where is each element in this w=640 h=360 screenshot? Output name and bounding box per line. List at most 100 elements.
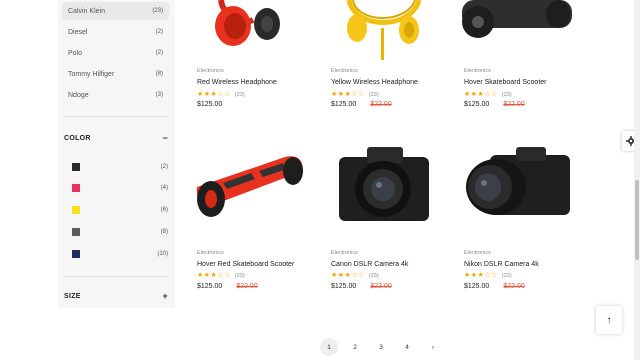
brand-filter-calvin-klein[interactable]: Calvin Klein (23) [62, 2, 169, 20]
brand-filter-tommy-hilfiger[interactable]: Tommy Hilfiger (8) [62, 65, 169, 83]
current-price: $125.00 [464, 283, 490, 290]
brand-count: (2) [155, 29, 163, 35]
product-card[interactable]: Electronics Hover Skateboard Scooter ★★★… [460, 0, 580, 108]
product-category: Electronics [197, 68, 224, 74]
arrow-up-icon: ↑ [606, 314, 612, 326]
product-card[interactable]: Electronics Hover Red Skateboard Scooter… [193, 145, 313, 290]
page-4-button[interactable]: 4 [398, 338, 416, 356]
color-swatch [72, 163, 80, 171]
product-category: Electronics [464, 68, 491, 74]
color-section-header[interactable]: COLOR − [64, 133, 168, 143]
page-1-button[interactable]: 1 [320, 338, 338, 356]
product-card[interactable]: Electronics Red Wireless Headphone ★★★☆☆… [193, 0, 313, 108]
color-count: (6) [160, 207, 168, 213]
product-name[interactable]: Red Wireless Headphone [197, 79, 277, 86]
review-count: (23) [234, 92, 245, 98]
brand-filter-diesel[interactable]: Diesel (2) [62, 23, 169, 41]
product-image-red-skateboard[interactable] [193, 145, 313, 223]
product-price: $125.00 $22.00 [331, 101, 392, 108]
color-filter-gray[interactable]: (8) [72, 227, 168, 237]
product-card[interactable]: Electronics Nikon DSLR Camera 4k ★★★☆☆ (2… [460, 145, 580, 290]
product-name[interactable]: Canon DSLR Camera 4k [331, 261, 408, 268]
rating-stars: ★★★☆☆ (23) [464, 271, 512, 279]
brand-label: Polo [68, 49, 83, 57]
product-card[interactable]: Electronics Canon DSLR Camera 4k ★★★☆☆ (2… [327, 145, 447, 290]
page-scrollbar[interactable] [634, 0, 640, 360]
brand-filter-polo[interactable]: Polo (2) [62, 44, 169, 62]
product-price: $125.00 [197, 101, 222, 108]
review-count: (23) [368, 273, 379, 279]
next-page-icon[interactable]: › [424, 338, 442, 356]
color-filter-pink[interactable]: (4) [72, 183, 168, 193]
scrollbar-thumb[interactable] [635, 180, 639, 260]
star-icons: ★★★☆☆ [464, 91, 498, 98]
product-price: $125.00 $22.00 [464, 283, 525, 290]
back-to-top-button[interactable]: ↑ [596, 306, 622, 334]
star-icons: ★★★☆☆ [331, 272, 365, 279]
color-filter-navy[interactable]: (10) [72, 249, 168, 259]
old-price: $22.00 [236, 283, 258, 290]
star-icons: ★★★☆☆ [197, 91, 231, 98]
product-category: Electronics [197, 250, 224, 256]
product-price: $125.00 $22.00 [464, 101, 525, 108]
color-swatch [72, 228, 80, 236]
color-count: (10) [157, 251, 168, 257]
product-category: Electronics [331, 68, 358, 74]
review-count: (23) [368, 92, 379, 98]
product-name[interactable]: Hover Skateboard Scooter [464, 79, 547, 86]
sidebar-divider [64, 276, 168, 277]
star-icons: ★★★☆☆ [197, 272, 231, 279]
brand-label: Tommy Hilfiger [68, 70, 115, 78]
product-category: Electronics [331, 250, 358, 256]
product-image-hover-skateboard[interactable] [460, 0, 580, 60]
color-filter-yellow[interactable]: (6) [72, 205, 168, 215]
product-card[interactable]: Electronics Yellow Wireless Headphone ★★… [327, 0, 447, 108]
current-price: $125.00 [197, 101, 223, 108]
current-price: $125.00 [464, 101, 490, 108]
old-price: $22.00 [370, 283, 392, 290]
color-count: (8) [160, 229, 168, 235]
brand-label: Calvin Klein [68, 7, 105, 15]
color-swatch [72, 184, 80, 192]
collapse-icon[interactable]: − [162, 133, 168, 143]
size-section-header[interactable]: SIZE + [64, 291, 168, 301]
review-count: (23) [501, 273, 512, 279]
page-3-button[interactable]: 3 [372, 338, 390, 356]
brand-filter-ndoge[interactable]: Ndoge (3) [62, 86, 169, 104]
brand-count: (2) [155, 50, 163, 56]
pagination: 1 2 3 4 › [320, 338, 442, 356]
rating-stars: ★★★☆☆ (23) [331, 90, 379, 98]
product-image-yellow-headphone[interactable] [327, 0, 447, 60]
brand-label: Diesel [68, 28, 88, 36]
rating-stars: ★★★☆☆ (23) [197, 271, 245, 279]
page-2-button[interactable]: 2 [346, 338, 364, 356]
brand-count: (3) [155, 92, 163, 98]
brand-label: Ndoge [68, 91, 89, 99]
product-name[interactable]: Yellow Wireless Headphone [331, 79, 418, 86]
size-section-title: SIZE [64, 292, 81, 300]
product-image-red-headphone[interactable] [193, 0, 313, 60]
current-price: $125.00 [197, 283, 223, 290]
brand-count: (8) [155, 71, 163, 77]
color-section-title: COLOR [64, 134, 91, 142]
rating-stars: ★★★☆☆ (23) [197, 90, 245, 98]
rating-stars: ★★★☆☆ (23) [331, 271, 379, 279]
current-price: $125.00 [331, 283, 357, 290]
expand-icon[interactable]: + [162, 291, 168, 301]
product-price: $125.00 $22.00 [331, 283, 392, 290]
old-price: $22.00 [503, 101, 525, 108]
star-icons: ★★★☆☆ [464, 272, 498, 279]
old-price: $22.00 [370, 101, 392, 108]
product-image-canon-camera[interactable] [327, 145, 447, 223]
product-name[interactable]: Hover Red Skateboard Scooter [197, 261, 294, 268]
brand-count: (23) [152, 8, 163, 14]
star-icons: ★★★☆☆ [331, 91, 365, 98]
product-category: Electronics [464, 250, 491, 256]
product-name[interactable]: Nikon DSLR Camera 4k [464, 261, 539, 268]
review-count: (23) [501, 92, 512, 98]
color-count: (4) [160, 185, 168, 191]
color-filter-black[interactable]: (2) [72, 162, 168, 172]
filter-sidebar: Calvin Klein (23) Diesel (2) Polo (2) To… [58, 0, 175, 308]
sidebar-divider [64, 116, 168, 117]
product-image-nikon-camera[interactable] [460, 145, 580, 223]
